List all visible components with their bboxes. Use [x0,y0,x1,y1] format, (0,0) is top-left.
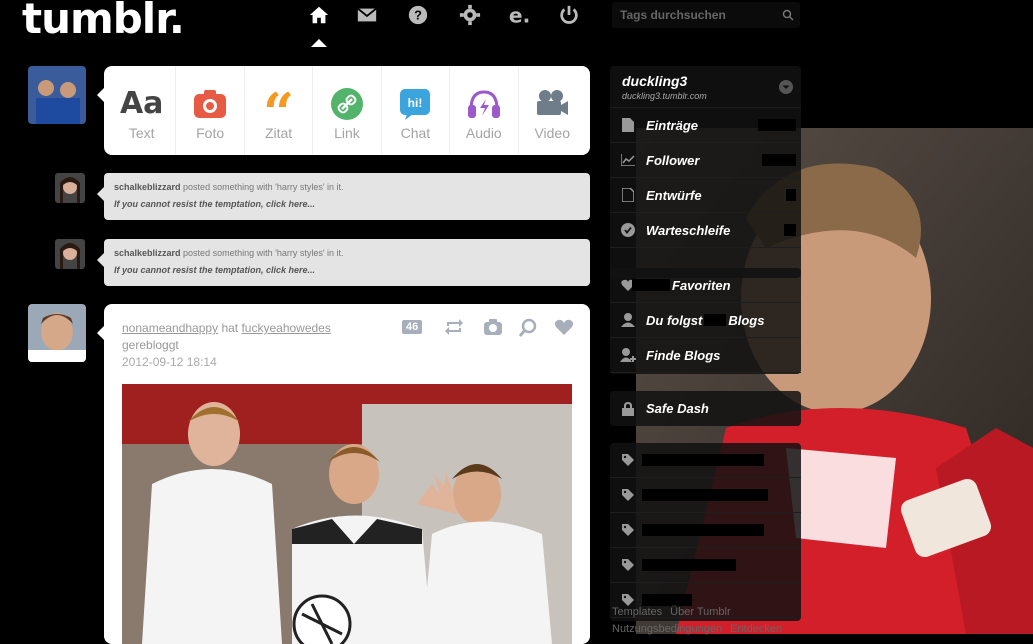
safe-dash-toggle[interactable]: Safe Dash [610,391,801,426]
redaction-mark [704,314,727,326]
reveal-link[interactable]: If you cannot resist the temptation, cli… [114,265,580,275]
settings-icon[interactable] [459,4,481,28]
power-icon[interactable] [558,4,580,28]
post-type-video[interactable]: Video [519,66,586,155]
photo-icon [193,87,227,121]
lock-icon [620,401,636,416]
discovery-panel: Favoriten Du folgst Blogs Finde Blogs [610,268,801,374]
post-author-link[interactable]: nonameandhappy [122,321,218,335]
sidebar-item-likes[interactable]: Favoriten [610,268,801,303]
blog-name[interactable]: duckling3 [622,73,789,89]
filtered-post-notice: schalkeblizzard posted something with 'h… [97,173,590,220]
tracked-tag-item[interactable] [610,548,801,583]
person-icon [620,313,636,327]
post-type-text[interactable]: Aa Text [108,66,177,155]
redaction-mark [762,154,796,166]
my-avatar[interactable] [28,66,86,124]
quote-icon: “ [263,80,295,145]
post-composer: Aa Text Foto “ Zitat Link hi! Chat Audio… [97,66,590,155]
post-date[interactable]: 2012-09-12 18:14 [122,355,217,369]
post-meta: nonameandhappy hat fuckyeahowedes gerebl… [122,321,331,369]
sidebar-item-drafts[interactable]: Entwürfe [610,178,801,213]
note-avatar[interactable] [55,239,85,269]
redaction-mark [758,119,796,131]
reveal-link[interactable]: If you cannot resist the temptation, cli… [114,199,580,209]
redaction-mark [642,524,764,536]
mail-icon[interactable] [356,4,378,28]
redaction-mark [786,189,796,201]
post-type-chat[interactable]: hi! Chat [382,66,451,155]
safe-dash-panel: Safe Dash [610,391,801,426]
post-type-link[interactable]: Link [313,66,382,155]
drafts-icon [620,188,636,202]
editor-icon[interactable]: e. [508,3,530,28]
tracked-tag-item[interactable] [610,513,801,548]
filtered-post-notice: schalkeblizzard posted something with 'h… [97,239,590,286]
footer-link[interactable]: Templates [612,606,662,618]
tracked-tags-panel [610,443,801,621]
like-heart-icon[interactable] [554,318,574,341]
sidebar-item-followers[interactable]: Follower [610,143,801,178]
tag-icon [620,454,636,466]
blog-menu-chevron-icon[interactable] [779,80,793,94]
footer-link[interactable]: Entdecken [730,623,782,635]
sidebar-item-following[interactable]: Du folgst Blogs [610,303,801,338]
svg-text:e.: e. [509,4,530,26]
queue-icon [620,223,636,237]
help-icon[interactable]: ? [407,4,429,28]
sidebar-item-find-blogs[interactable]: Finde Blogs [610,338,801,373]
blog-panel: duckling3 duckling3.tumblr.com Einträge … [610,66,801,278]
sidebar-item-queue[interactable]: Warteschleife [610,213,801,248]
post-photo[interactable] [122,384,572,644]
blog-url[interactable]: duckling3.tumblr.com [622,91,789,101]
tag-icon [620,524,636,536]
person-add-icon [620,348,636,362]
post-type-photo[interactable]: Foto [176,66,245,155]
redaction-mark [642,559,736,571]
audio-icon [467,87,501,121]
link-icon [330,87,363,121]
redaction-mark [642,489,768,501]
redaction-mark [784,224,796,236]
search-icon [782,9,794,21]
sidebar-item-posts[interactable]: Einträge [610,108,801,143]
redaction-mark [642,454,764,466]
post-type-audio[interactable]: Audio [450,66,519,155]
post-author-avatar[interactable] [28,304,86,362]
zoom-icon[interactable] [518,318,538,343]
tag-icon [620,559,636,571]
search-input[interactable]: Tags durchsuchen [612,2,800,28]
post-type-quote[interactable]: “ Zitat [245,66,314,155]
photo-action-icon[interactable] [483,318,503,341]
posts-icon [620,118,636,132]
chat-icon: hi! [399,87,431,121]
svg-text:?: ? [414,8,422,23]
text-icon: Aa [119,86,164,121]
svg-text:hi!: hi! [408,96,423,110]
footer-link[interactable]: Über Tumblr [670,606,731,618]
note-avatar[interactable] [55,173,85,203]
redaction-mark [632,279,670,291]
note-username[interactable]: schalkeblizzard [114,182,181,192]
footer: Templates Über Tumblr Nutzungsbedingungen… [612,604,790,638]
note-username[interactable]: schalkeblizzard [114,248,181,258]
followers-icon [620,154,636,166]
tumblr-logo[interactable]: tumblr. [22,0,185,43]
tracked-tag-item[interactable] [610,443,801,478]
tracked-tag-item[interactable] [610,478,801,513]
note-count-badge[interactable]: 46 [402,320,423,334]
home-icon[interactable] [308,4,330,28]
active-nav-caret [311,39,327,47]
footer-link[interactable]: Nutzungsbedingungen [612,623,722,635]
photo-post: nonameandhappy hat fuckyeahowedes gerebl… [97,304,590,644]
video-icon [535,87,569,121]
reblog-icon[interactable] [444,318,464,341]
blog-header[interactable]: duckling3 duckling3.tumblr.com [610,66,801,108]
tag-icon [620,489,636,501]
post-source-link[interactable]: fuckyeahowedes [241,321,330,335]
